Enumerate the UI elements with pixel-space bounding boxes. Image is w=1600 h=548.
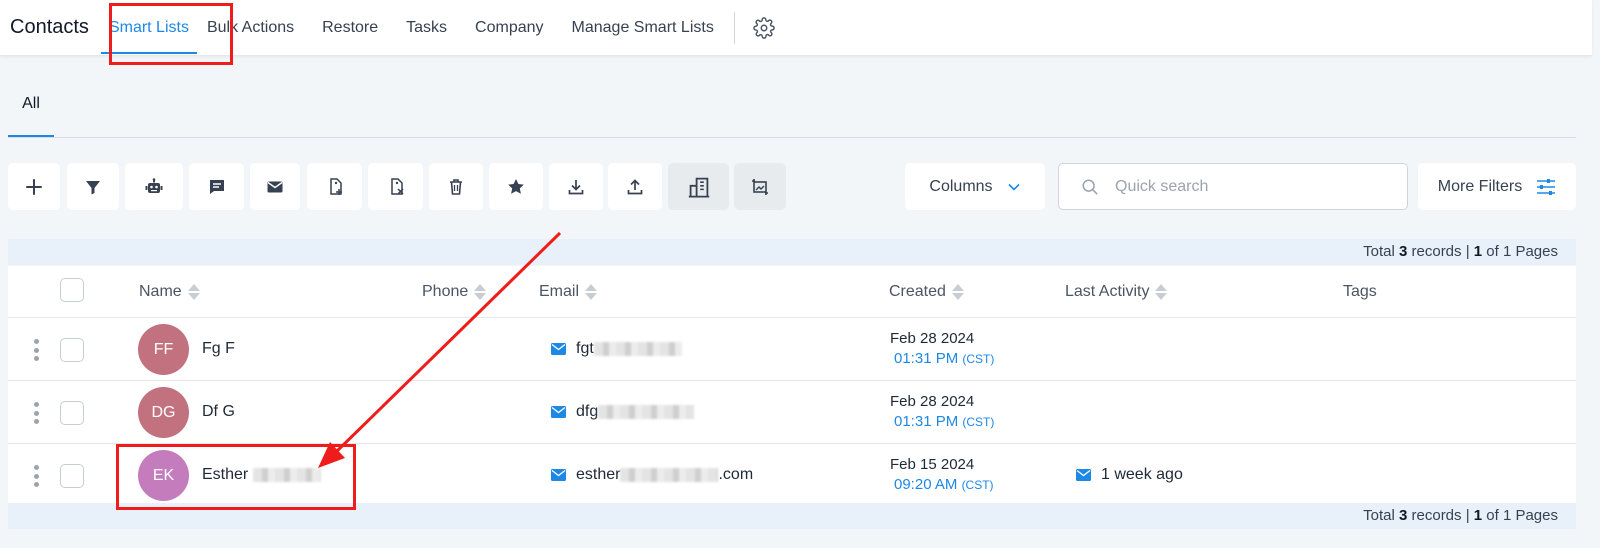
redacted-text xyxy=(593,341,682,356)
tab-bulk-actions[interactable]: Bulk Actions xyxy=(207,19,294,37)
remove-tag-button[interactable] xyxy=(368,163,423,210)
created-date: Feb 15 2024 09:20 AM (CST) xyxy=(890,456,994,493)
contact-email[interactable]: dfg xyxy=(551,403,695,421)
row-menu-icon[interactable] xyxy=(32,402,40,424)
avatar: EK xyxy=(138,450,189,501)
created-date: Feb 28 2024 01:31 PM (CST) xyxy=(890,393,995,430)
sort-icon xyxy=(951,284,964,300)
gear-icon[interactable] xyxy=(753,16,775,39)
subtab-all[interactable]: All xyxy=(8,88,54,138)
tag-remove-icon xyxy=(390,177,404,195)
search-icon xyxy=(1082,178,1098,195)
contact-name[interactable]: Fg F xyxy=(202,340,235,358)
tab-manage-smart-lists[interactable]: Manage Smart Lists xyxy=(572,19,714,37)
delete-button[interactable] xyxy=(429,163,483,210)
column-phone[interactable]: Phone xyxy=(422,283,487,301)
automation-button[interactable] xyxy=(125,163,183,210)
trash-icon xyxy=(450,178,462,195)
row-checkbox[interactable] xyxy=(60,338,84,362)
last-activity: 1 week ago xyxy=(1076,466,1183,484)
message-icon xyxy=(209,179,224,194)
row-menu-icon[interactable] xyxy=(32,465,40,487)
sort-icon xyxy=(474,284,487,300)
sort-icon xyxy=(1155,284,1168,300)
contact-name[interactable]: Df G xyxy=(202,403,235,421)
table-row[interactable]: EK Esther esther .com Feb 15 2024 09:20 A… xyxy=(8,444,1576,507)
column-last-activity[interactable]: Last Activity xyxy=(1065,283,1168,301)
columns-dropdown[interactable]: Columns xyxy=(905,163,1045,210)
records-summary-bottom: Total 3 records | 1 of 1 Pages xyxy=(8,503,1576,529)
upload-icon xyxy=(627,178,643,194)
records-summary-top: Total 3 records | 1 of 1 Pages xyxy=(8,239,1576,265)
table-row[interactable]: FF Fg F fgt Feb 28 2024 01:31 PM (CST) xyxy=(8,318,1576,381)
image-crop-icon xyxy=(752,178,768,195)
redacted-text xyxy=(252,467,321,482)
contact-name[interactable]: Esther xyxy=(202,466,321,484)
sort-icon xyxy=(187,284,200,300)
mail-icon xyxy=(551,406,566,418)
filter-icon xyxy=(86,180,100,194)
mail-icon xyxy=(1076,469,1091,481)
table-header: Name Phone Email Created Last Activity T… xyxy=(8,266,1576,318)
email-button[interactable] xyxy=(250,163,300,210)
contacts-table: Name Phone Email Created Last Activity T… xyxy=(8,266,1576,507)
building-icon xyxy=(688,177,709,197)
created-date: Feb 28 2024 01:31 PM (CST) xyxy=(890,330,995,367)
sms-button[interactable] xyxy=(189,163,244,210)
quick-search[interactable] xyxy=(1058,163,1408,210)
table-row[interactable]: DG Df G dfg Feb 28 2024 01:31 PM (CST) xyxy=(8,381,1576,444)
download-icon xyxy=(568,179,584,194)
row-menu-icon[interactable] xyxy=(32,339,40,361)
page-title: Contacts xyxy=(10,16,89,38)
review-button[interactable] xyxy=(489,163,543,210)
export-button[interactable] xyxy=(549,163,603,210)
contact-email[interactable]: fgt xyxy=(551,340,682,358)
column-created[interactable]: Created xyxy=(889,283,964,301)
top-navigation: Contacts Smart Lists Bulk Actions Restor… xyxy=(0,0,1592,56)
import-button[interactable] xyxy=(608,163,662,210)
chevron-down-icon xyxy=(1007,183,1020,191)
tag-add-icon xyxy=(329,177,342,195)
column-email[interactable]: Email xyxy=(539,283,598,301)
search-input[interactable] xyxy=(1115,177,1365,196)
filter-button[interactable] xyxy=(67,163,119,210)
add-tag-button[interactable] xyxy=(307,163,362,210)
select-all-checkbox[interactable] xyxy=(60,278,84,302)
plus-icon xyxy=(26,178,42,195)
row-checkbox[interactable] xyxy=(60,464,84,488)
mail-icon xyxy=(551,343,566,355)
avatar: DG xyxy=(138,387,189,438)
add-button[interactable] xyxy=(8,163,60,210)
subtab-divider xyxy=(8,137,1576,138)
contact-email[interactable]: esther .com xyxy=(551,466,753,484)
sliders-icon xyxy=(1537,178,1556,195)
mail-icon xyxy=(551,469,566,481)
star-icon xyxy=(508,178,524,194)
row-checkbox[interactable] xyxy=(60,401,84,425)
sort-icon xyxy=(585,284,598,300)
column-tags: Tags xyxy=(1343,283,1377,300)
columns-label: Columns xyxy=(929,177,993,195)
column-name[interactable]: Name xyxy=(139,283,200,301)
more-filters-button[interactable]: More Filters xyxy=(1418,163,1576,210)
mail-icon xyxy=(267,181,283,192)
tab-restore[interactable]: Restore xyxy=(322,19,378,37)
image-button[interactable] xyxy=(734,163,786,210)
tab-company[interactable]: Company xyxy=(475,19,543,37)
redacted-text xyxy=(620,467,719,482)
robot-icon xyxy=(145,177,163,193)
more-filters-label: More Filters xyxy=(1437,177,1523,195)
redacted-text xyxy=(598,404,695,419)
avatar: FF xyxy=(138,324,189,375)
tab-tasks[interactable]: Tasks xyxy=(406,19,447,37)
company-button[interactable] xyxy=(668,163,729,210)
tab-smart-lists[interactable]: Smart Lists xyxy=(100,19,197,54)
nav-divider xyxy=(733,11,735,44)
